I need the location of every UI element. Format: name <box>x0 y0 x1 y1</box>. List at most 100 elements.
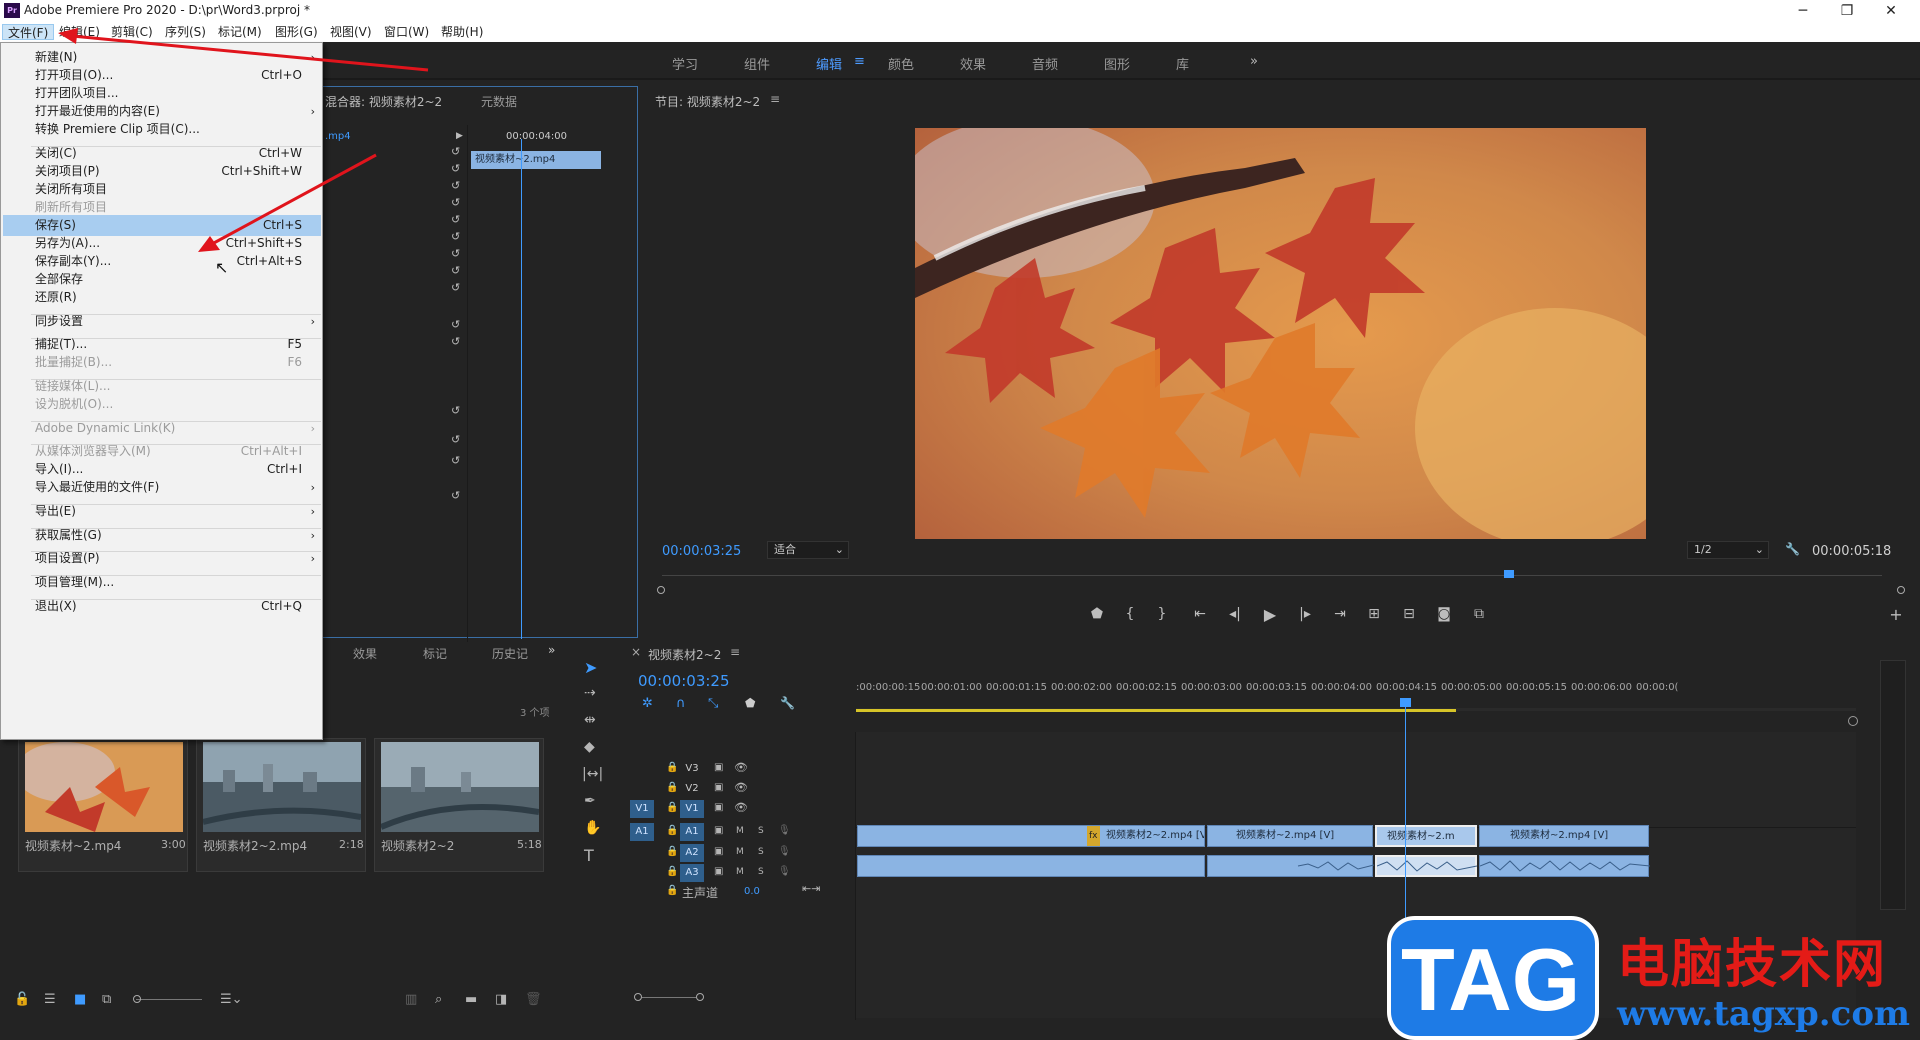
menu-help[interactable]: 帮助(H) <box>436 24 488 40</box>
workspace-editing[interactable]: 编辑 <box>816 54 842 73</box>
reset-parameter-icon[interactable]: ↺ <box>451 281 460 294</box>
nest-icon[interactable]: ✲ <box>642 696 653 711</box>
close-button[interactable]: ✕ <box>1870 0 1912 22</box>
workspace-color[interactable]: 颜色 <box>888 54 914 73</box>
audio-clip-4[interactable] <box>1479 855 1650 877</box>
list-view-icon[interactable]: ☰ <box>44 992 56 1007</box>
wrench-icon[interactable]: 🔧 <box>1785 542 1800 556</box>
workspace-libraries[interactable]: 库 <box>1176 54 1189 73</box>
workspace-more-button[interactable]: » <box>1250 54 1258 69</box>
menu-sequence[interactable]: 序列(S) <box>160 24 211 40</box>
new-bin-icon[interactable]: ▬ <box>465 992 477 1007</box>
workspace-learn[interactable]: 学习 <box>672 54 698 73</box>
timeline-title[interactable]: 视频素材2~2 <box>648 646 721 663</box>
master-track-end-icon[interactable]: ⇤⇥ <box>802 882 820 895</box>
track-target-5[interactable]: A3 <box>680 864 704 882</box>
project-item-3[interactable]: 视频素材2~2 5:18 <box>374 738 544 872</box>
workspace-graphics[interactable]: 图形 <box>1104 54 1130 73</box>
file-menu-item-22[interactable]: 导入最近使用的文件(F) › <box>3 477 321 498</box>
pen-tool-icon[interactable]: ✒ <box>584 793 596 809</box>
menu-view[interactable]: 视图(V) <box>325 24 377 40</box>
eye-icon[interactable]: 👁 <box>734 781 748 794</box>
track-lock-icon[interactable]: 🔒 <box>666 825 678 836</box>
workspace-effects[interactable]: 效果 <box>960 54 986 73</box>
mute-button[interactable]: M <box>736 847 744 857</box>
comparison-view-button[interactable]: ⧉ <box>1467 606 1491 622</box>
panel-more-button[interactable]: » <box>548 643 555 657</box>
reset-parameter-icon[interactable]: ↺ <box>451 213 460 226</box>
sync-lock-icon[interactable]: ▣ <box>714 825 723 836</box>
menu-clip[interactable]: 剪辑(C) <box>106 24 158 40</box>
video-clip-1[interactable]: fx 视频素材2~2.mp4 [V] <box>857 825 1205 847</box>
lock-icon[interactable]: 🔓 <box>14 992 30 1007</box>
workspace-audio[interactable]: 音频 <box>1032 54 1058 73</box>
new-item-icon[interactable]: ◨ <box>495 992 507 1007</box>
program-timecode[interactable]: 00:00:03:25 <box>662 544 741 559</box>
solo-button[interactable]: S <box>758 847 764 857</box>
sync-lock-icon[interactable]: ▣ <box>714 782 723 793</box>
eye-icon[interactable]: 👁 <box>734 801 748 814</box>
audio-clip-2[interactable] <box>1207 855 1374 877</box>
mini-clip[interactable]: 视频素材~2.mp4 <box>471 151 601 169</box>
sync-lock-icon[interactable]: ▣ <box>714 846 723 857</box>
sort-icon[interactable]: ☰⌄ <box>220 992 243 1007</box>
mute-button[interactable]: M <box>736 826 744 836</box>
video-clip-3[interactable]: 视频素材~2.m <box>1375 825 1477 847</box>
add-marker-button[interactable]: ⬟ <box>1085 606 1109 622</box>
linked-selection-icon[interactable]: ⤡ <box>708 696 718 711</box>
zoom-handle-left[interactable] <box>657 586 665 594</box>
playhead-handle[interactable] <box>1400 698 1411 707</box>
reset-parameter-icon[interactable]: ↺ <box>451 179 460 192</box>
program-playhead[interactable] <box>1504 570 1514 578</box>
file-menu-item-13[interactable]: 还原(R) <box>3 287 321 308</box>
track-lock-icon[interactable]: 🔒 <box>666 802 678 813</box>
video-clip-2[interactable]: 视频素材~2.mp4 [V] <box>1207 825 1373 847</box>
fit-dropdown[interactable]: 适合 ⌄ <box>767 541 849 559</box>
microphone-icon[interactable]: 🎙 <box>778 825 791 836</box>
type-tool-icon[interactable]: T <box>584 846 594 865</box>
timeline-zoom-bar[interactable] <box>642 997 696 998</box>
track-lock-icon[interactable]: 🔒 <box>666 885 678 896</box>
sync-lock-icon[interactable]: ▣ <box>714 866 723 877</box>
workspace-assembly[interactable]: 组件 <box>744 54 770 73</box>
timeline-ruler[interactable]: :00:00:00:15 00:00:01:00 00:00:01:15 00:00:… <box>856 682 1856 702</box>
program-title[interactable]: 节目: 视频素材2~2 <box>655 93 760 110</box>
insert-button[interactable]: ⊞ <box>1362 606 1386 622</box>
go-to-in-button[interactable]: ⇤ <box>1188 606 1212 622</box>
reset-parameter-icon[interactable]: ↺ <box>451 196 460 209</box>
zoom-slider[interactable] <box>136 999 202 1000</box>
file-menu-item-24[interactable]: 获取属性(G) › <box>3 525 321 546</box>
program-menu-icon[interactable]: ≡ <box>770 92 780 106</box>
tab-history[interactable]: 历史记 <box>492 645 528 662</box>
track-lock-icon[interactable]: 🔒 <box>666 866 678 877</box>
track-select-tool-icon[interactable]: ⇢ <box>584 685 596 701</box>
sync-lock-icon[interactable]: ▣ <box>714 802 723 813</box>
file-menu-item-25[interactable]: 项目设置(P) › <box>3 548 321 569</box>
reset-parameter-icon[interactable]: ↺ <box>451 404 460 417</box>
track-lock-icon[interactable]: 🔒 <box>666 846 678 857</box>
eye-icon[interactable]: 👁 <box>734 761 748 774</box>
source-patch-2[interactable]: V1 <box>630 800 654 818</box>
vertical-zoom-handle[interactable] <box>1848 716 1858 726</box>
selection-tool-icon[interactable]: ➤ <box>584 658 597 677</box>
timeline-zoom-right[interactable] <box>696 993 704 1001</box>
menu-marker[interactable]: 标记(M) <box>213 24 267 40</box>
project-item-2[interactable]: 视频素材2~2.mp4 2:18 <box>196 738 366 872</box>
track-target-0[interactable]: V3 <box>680 760 704 778</box>
metadata-tab[interactable]: 元数据 <box>481 93 517 110</box>
step-forward-button[interactable]: |▸ <box>1293 606 1317 622</box>
mark-out-button[interactable]: } <box>1150 606 1174 622</box>
camera-icon[interactable]: ◙ <box>1432 606 1456 622</box>
timeline-menu-icon[interactable]: ≡ <box>730 645 740 659</box>
add-marker-icon[interactable]: ⬟ <box>745 696 755 710</box>
menu-file[interactable]: 文件(F) <box>2 24 55 40</box>
timeline-settings-icon[interactable]: 🔧 <box>780 696 795 710</box>
reset-parameter-icon[interactable]: ↺ <box>451 454 460 467</box>
reset-parameter-icon[interactable]: ↺ <box>451 318 460 331</box>
track-lock-icon[interactable]: 🔒 <box>666 782 678 793</box>
go-to-out-button[interactable]: ⇥ <box>1328 606 1352 622</box>
menu-graphics[interactable]: 图形(G) <box>270 24 323 40</box>
tab-effects[interactable]: 效果 <box>353 645 377 662</box>
play-button[interactable]: ▶ <box>1258 605 1282 624</box>
program-ruler[interactable] <box>662 568 1882 576</box>
